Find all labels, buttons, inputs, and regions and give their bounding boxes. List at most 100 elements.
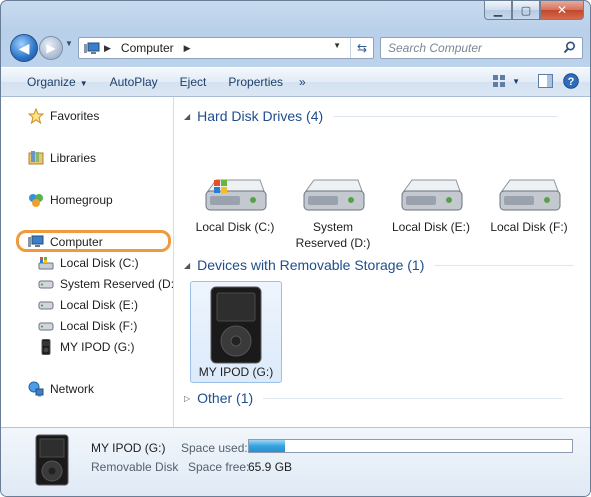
caption-buttons: ▁ ▢ ✕: [484, 1, 584, 20]
drive-tile-e[interactable]: Local Disk (E:): [389, 175, 473, 235]
view-tiles-icon: [493, 75, 506, 87]
nav-item-libraries[interactable]: Libraries: [28, 150, 96, 166]
nav-item-drive-f[interactable]: Local Disk (F:): [38, 318, 137, 334]
autoplay-button[interactable]: AutoPlay: [102, 75, 166, 89]
group-header-hard-disk-drives[interactable]: ◢ Hard Disk Drives (4): [184, 108, 559, 124]
group-header-other[interactable]: ▷ Other (1): [184, 390, 564, 406]
expand-triangle-icon[interactable]: ▷: [184, 394, 190, 403]
nav-label: Local Disk (C:): [60, 256, 139, 270]
nav-item-drive-e[interactable]: Local Disk (E:): [38, 297, 138, 313]
close-button[interactable]: ✕: [540, 1, 584, 20]
help-icon: ?: [563, 73, 579, 89]
group-title: Other (1): [197, 390, 254, 406]
svg-text:?: ?: [568, 76, 575, 88]
details-device-name: MY IPOD (G:): [91, 441, 166, 455]
group-header-removable-storage[interactable]: ◢ Devices with Removable Storage (1): [184, 257, 575, 273]
breadcrumb-computer[interactable]: Computer: [121, 41, 174, 55]
space-free-value: 65.9 GB: [248, 460, 293, 474]
nav-label: Network: [50, 382, 95, 396]
device-tile-ipod[interactable]: MY IPOD (G:): [190, 281, 282, 383]
minimize-button[interactable]: ▁: [484, 1, 512, 20]
space-used-label: Space used:: [181, 441, 248, 455]
nav-item-computer[interactable]: Computer: [28, 234, 103, 250]
details-pane: MY IPOD (G:) Removable Disk Space used: …: [1, 427, 590, 496]
hard-drive-icon: [499, 179, 561, 211]
group-divider: [333, 115, 559, 117]
nav-item-drive-d[interactable]: System Reserved (D:): [38, 276, 178, 292]
hard-drive-icon: [38, 297, 54, 313]
drive-label: Reserved (D:): [295, 236, 371, 250]
nav-item-homegroup[interactable]: Homegroup: [28, 192, 113, 208]
space-free-label: Space free:: [188, 460, 250, 474]
nav-item-favorites[interactable]: Favorites: [28, 108, 99, 124]
drive-label: Local Disk (C:): [195, 220, 275, 234]
nav-label: Local Disk (F:): [60, 319, 138, 333]
search-input[interactable]: Search Computer: [388, 41, 482, 55]
nav-item-drive-c[interactable]: Local Disk (C:): [38, 255, 139, 271]
more-commands-button[interactable]: »: [291, 75, 314, 89]
recent-pages-dropdown[interactable]: ▼: [65, 39, 73, 48]
eject-button[interactable]: Eject: [172, 75, 215, 89]
drive-tile-d[interactable]: System Reserved (D:): [291, 175, 375, 251]
view-options-dropdown-icon[interactable]: ▼: [512, 77, 520, 86]
nav-item-drive-g[interactable]: MY IPOD (G:): [38, 339, 134, 355]
drive-label: System: [312, 220, 353, 234]
address-dropdown-icon[interactable]: ▼: [333, 41, 341, 50]
forward-arrow-icon: ▶: [46, 41, 56, 55]
libraries-icon: [28, 150, 44, 166]
back-arrow-icon: ◀: [18, 39, 30, 56]
collapse-triangle-icon[interactable]: ◢: [184, 261, 190, 270]
refresh-button[interactable]: ⇆: [350, 38, 373, 58]
nav-label: Homegroup: [50, 193, 113, 207]
organize-button[interactable]: Organize ▼: [19, 75, 96, 89]
search-box[interactable]: Search Computer: [380, 37, 583, 59]
maximize-button[interactable]: ▢: [512, 1, 540, 20]
group-title: Devices with Removable Storage (1): [197, 257, 425, 273]
group-divider: [263, 397, 564, 399]
forward-button[interactable]: ▶: [39, 36, 63, 60]
space-used-bar: [248, 439, 573, 453]
windows-hard-drive-icon: [205, 179, 267, 211]
ipod-icon: [38, 339, 54, 355]
drive-label: Local Disk (F:): [490, 220, 568, 234]
nav-label: Favorites: [50, 109, 100, 123]
hard-drive-icon: [401, 179, 463, 211]
windows-drive-icon: [38, 255, 54, 271]
hard-drive-icon: [38, 276, 54, 292]
group-title: Hard Disk Drives (4): [197, 108, 324, 124]
address-bar[interactable]: ▶ Computer ▶ ▼ ⇆: [78, 37, 374, 59]
nav-label: MY IPOD (G:): [60, 340, 135, 354]
homegroup-icon: [28, 192, 44, 208]
ipod-icon: [210, 286, 262, 364]
network-icon: [28, 381, 44, 397]
hard-drive-icon: [38, 318, 54, 334]
nav-label: System Reserved (D:): [60, 277, 179, 291]
preview-pane-icon: [537, 74, 553, 88]
navigation-bar: ◀ ▶ ▼ ▶ Computer ▶ ▼ ⇆ Search Computer: [1, 31, 590, 63]
nav-label: Local Disk (E:): [60, 298, 139, 312]
nav-item-network[interactable]: Network: [28, 381, 94, 397]
star-icon: [28, 108, 44, 124]
breadcrumb-separator-icon[interactable]: ▶: [104, 43, 111, 54]
drive-label: Local Disk (E:): [391, 220, 471, 234]
help-button[interactable]: ?: [562, 72, 580, 90]
details-device-type: Removable Disk: [91, 460, 179, 474]
collapse-triangle-icon[interactable]: ◢: [184, 112, 190, 121]
space-used-bar-fill: [249, 440, 285, 452]
properties-button[interactable]: Properties: [220, 75, 291, 89]
computer-icon: [28, 234, 44, 250]
breadcrumb-separator-icon[interactable]: ▶: [184, 43, 191, 54]
preview-pane-button[interactable]: [536, 72, 554, 90]
chevron-down-icon: ▼: [79, 79, 88, 88]
change-view-button[interactable]: [490, 72, 508, 90]
drive-tile-f[interactable]: Local Disk (F:): [487, 175, 571, 235]
content-pane: ◢ Hard Disk Drives (4) Local Disk (C:) S…: [174, 97, 590, 427]
command-bar: Organize▼ AutoPlay Eject Properties » ▼: [1, 67, 590, 97]
nav-label: Computer: [50, 235, 103, 249]
back-button[interactable]: ◀: [10, 34, 38, 62]
view-controls: ▼ ?: [490, 72, 580, 90]
navigation-pane: Favorites Libraries Homegroup Computer L…: [1, 97, 178, 427]
group-divider: [434, 264, 575, 266]
search-icon[interactable]: [563, 41, 576, 54]
drive-tile-c[interactable]: Local Disk (C:): [193, 175, 277, 235]
